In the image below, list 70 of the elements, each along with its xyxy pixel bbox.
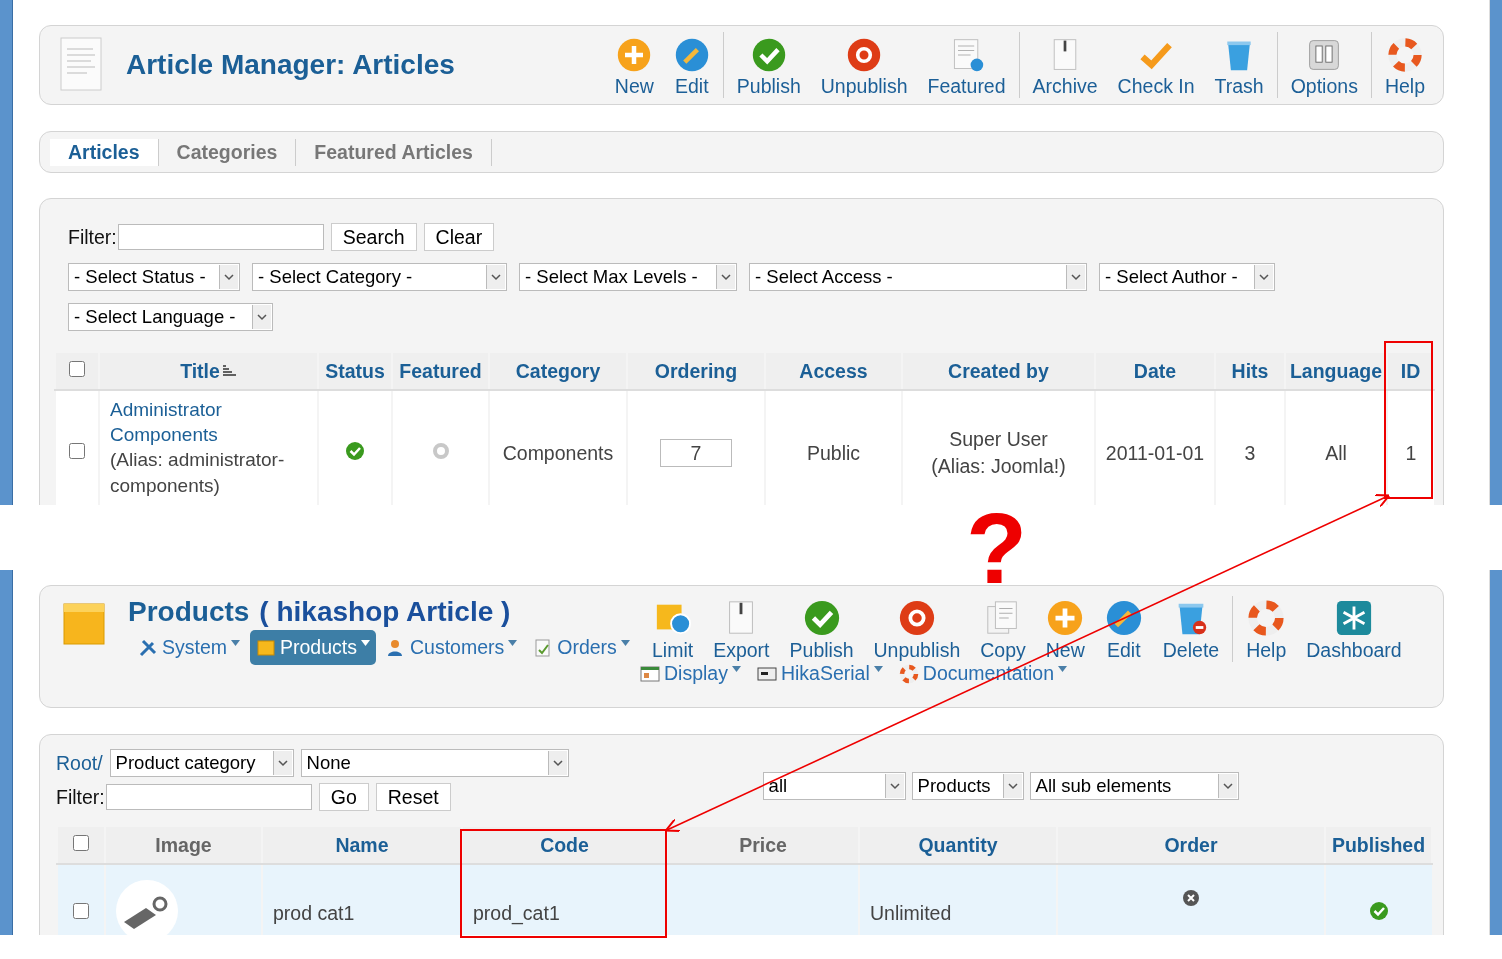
menu-item[interactable]: System bbox=[132, 630, 246, 665]
table-cell: Unlimited bbox=[870, 901, 952, 924]
filter-button[interactable]: Go bbox=[318, 783, 369, 811]
dropdown[interactable]: - Select Author - bbox=[1099, 263, 1275, 291]
product-name: prod cat1 bbox=[273, 901, 355, 924]
toolbar-button[interactable]: Check In bbox=[1107, 37, 1205, 98]
dropdown[interactable]: - Select Category - bbox=[252, 263, 507, 291]
toolbar-button[interactable]: Publish bbox=[726, 37, 811, 98]
menu-item[interactable]: HikaSerial bbox=[750, 662, 889, 685]
dropdown[interactable]: None bbox=[300, 749, 569, 777]
table-cell-text: Super User bbox=[948, 427, 1049, 452]
alias-text: (Alias: Joomla!) bbox=[930, 454, 1067, 479]
tab[interactable]: Categories bbox=[158, 138, 297, 166]
filter-button[interactable]: Search bbox=[330, 223, 417, 251]
article-title-link[interactable]: Administrator Components bbox=[110, 397, 317, 447]
toolbar-button[interactable]: Delete bbox=[1152, 599, 1230, 662]
toolbar-button[interactable]: Trash bbox=[1204, 37, 1274, 98]
page-title: Article Manager: Articles bbox=[126, 49, 456, 81]
dropdown[interactable]: - Select Status - bbox=[68, 263, 240, 291]
dropdown[interactable]: - Select Max Levels - bbox=[519, 263, 737, 291]
table-cell: Public bbox=[806, 441, 861, 464]
column-header: Price bbox=[739, 833, 787, 856]
tab[interactable]: Articles bbox=[50, 138, 159, 166]
filter-label: Filter: bbox=[56, 785, 105, 809]
page-subtitle: ( hikashop Article ) bbox=[259, 596, 511, 628]
menu-item[interactable]: Products bbox=[250, 630, 376, 665]
column-header[interactable]: Code bbox=[540, 833, 589, 856]
page-title: Products bbox=[128, 596, 250, 628]
toolbar-button[interactable]: Copy bbox=[970, 599, 1036, 662]
dropdown[interactable]: - Select Language - bbox=[68, 303, 273, 331]
toolbar-button[interactable]: New bbox=[604, 37, 664, 98]
column-header[interactable]: Title bbox=[180, 359, 220, 382]
table-cell: 1 bbox=[1405, 441, 1417, 464]
alias-text: (Alias: administrator-components) bbox=[110, 448, 286, 498]
toolbar-button[interactable]: Limit bbox=[642, 599, 704, 662]
toolbar-button[interactable]: Options bbox=[1280, 37, 1368, 98]
column-header[interactable]: Name bbox=[335, 833, 389, 856]
breadcrumb-link[interactable]: Root/ bbox=[56, 751, 103, 775]
menu-item[interactable]: Display bbox=[634, 662, 747, 685]
dropdown[interactable]: Product category bbox=[109, 749, 294, 777]
menu-item[interactable]: Orders bbox=[527, 630, 636, 665]
toolbar-button[interactable]: Unpublish bbox=[810, 37, 918, 98]
tab[interactable]: Featured Articles bbox=[296, 138, 492, 166]
question-mark: ? bbox=[966, 498, 1028, 598]
ordering-field[interactable]: 7 bbox=[660, 439, 732, 467]
toolbar-button[interactable]: Edit bbox=[663, 37, 720, 98]
toolbar-button[interactable]: Help bbox=[1236, 599, 1297, 662]
table-cell: All bbox=[1325, 441, 1347, 464]
toolbar-button[interactable]: Help bbox=[1374, 37, 1435, 98]
toolbar-button[interactable]: Archive bbox=[1022, 37, 1108, 98]
column-header[interactable]: Order bbox=[1164, 833, 1218, 856]
filter-label: Filter: bbox=[68, 225, 117, 249]
filter-button[interactable]: Clear bbox=[423, 223, 495, 251]
product-code: prod_cat1 bbox=[473, 901, 560, 924]
dropdown[interactable]: - Select Access - bbox=[749, 263, 1087, 291]
dropdown[interactable]: all bbox=[762, 772, 906, 800]
dropdown[interactable]: Products bbox=[911, 772, 1024, 800]
column-header: Image bbox=[155, 833, 212, 856]
toolbar-button[interactable]: Export bbox=[703, 599, 780, 662]
toolbar-button[interactable]: Edit bbox=[1094, 599, 1153, 662]
dropdown[interactable]: All sub elements bbox=[1029, 772, 1239, 800]
toolbar-button[interactable]: Unpublish bbox=[863, 599, 971, 662]
toolbar-button[interactable]: Featured bbox=[917, 37, 1016, 98]
toolbar-button[interactable]: Dashboard bbox=[1296, 599, 1412, 662]
table-cell: 3 bbox=[1244, 441, 1256, 464]
table-cell: Components bbox=[502, 441, 614, 464]
filter-button[interactable]: Reset bbox=[375, 783, 451, 811]
toolbar-button[interactable]: Publish bbox=[779, 599, 864, 662]
menu-item[interactable]: Customers bbox=[379, 630, 524, 665]
table-cell: 2011-01-01 bbox=[1105, 441, 1205, 464]
